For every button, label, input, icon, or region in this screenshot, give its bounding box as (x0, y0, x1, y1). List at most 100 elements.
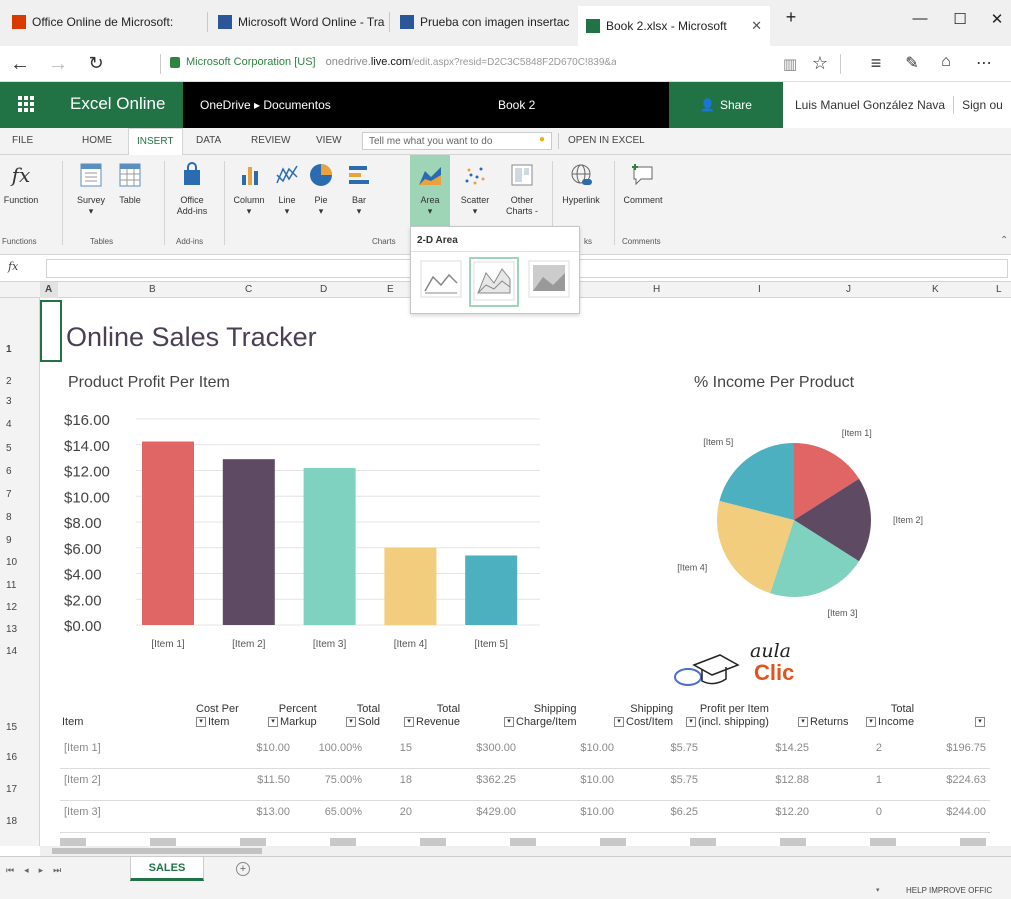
open-in-excel-button[interactable]: OPEN IN EXCEL (568, 135, 645, 146)
table-cell[interactable]: $12.88 (739, 774, 809, 786)
area-option[interactable] (417, 257, 465, 301)
table-cell[interactable]: $224.63 (916, 774, 986, 786)
table-cell[interactable]: $196.75 (916, 742, 986, 754)
column-header-k[interactable]: K (932, 284, 939, 295)
back-icon[interactable]: ← (6, 53, 34, 76)
filter-dropdown-icon[interactable]: ▾ (504, 717, 514, 728)
bar-chart-button[interactable]: Bar ▾ (342, 159, 376, 217)
tab-review[interactable]: REVIEW (251, 135, 290, 146)
minimize-icon[interactable]: — (905, 10, 935, 27)
table-cell[interactable]: $10.00 (544, 806, 614, 818)
sheet-nav-arrows[interactable]: ⏮◂▸⏭ (6, 865, 71, 876)
browser-tab-office[interactable]: Office Online de Microsoft: (4, 6, 204, 38)
filter-dropdown-icon[interactable]: ▾ (196, 717, 206, 728)
table-cell[interactable]: $429.00 (446, 806, 516, 818)
bar[interactable] (303, 467, 356, 625)
sign-out-link[interactable]: Sign ou (962, 98, 1003, 112)
scrollbar-thumb[interactable] (52, 848, 262, 854)
comment-button[interactable]: Comment (618, 159, 668, 206)
scatter-chart-button[interactable]: Scatter ▾ (454, 159, 496, 217)
column-header-d[interactable]: D (320, 284, 327, 295)
column-header-c[interactable]: C (245, 284, 252, 295)
table-cell[interactable]: [Item 3] (64, 806, 101, 818)
add-sheet-icon[interactable]: + (236, 862, 250, 876)
table-cell[interactable]: 0 (812, 806, 882, 818)
favorite-star-icon[interactable]: ☆ (806, 53, 834, 74)
table-cell[interactable]: $362.25 (446, 774, 516, 786)
table-cell[interactable]: $10.00 (544, 774, 614, 786)
table-button[interactable]: Table (114, 159, 146, 206)
browser-tab-excel-active[interactable]: Book 2.xlsx - Microsoft ✕ (578, 6, 770, 46)
pie-chart[interactable]: [Item 1] [Item 2] [Item 3] [Item 4] [Item 5] (660, 410, 930, 620)
app-launcher-icon[interactable] (18, 96, 34, 112)
bar[interactable] (384, 547, 437, 625)
survey-button[interactable]: Survey ▾ (74, 159, 108, 217)
filter-dropdown-icon[interactable]: ▾ (346, 717, 356, 728)
help-improve-link[interactable]: HELP IMPROVE OFFIC (906, 886, 992, 895)
filter-dropdown-icon[interactable]: ▾ (866, 717, 876, 728)
row-header[interactable]: 1 (0, 344, 40, 355)
column-chart-button[interactable]: Column ▾ (230, 159, 268, 217)
horizontal-scrollbar[interactable] (40, 846, 1011, 856)
row-header[interactable]: 6 (0, 466, 40, 477)
table-cell[interactable]: 15 (342, 742, 412, 754)
sheet-tab-sales[interactable]: SALES (130, 857, 204, 881)
row-header[interactable]: 4 (0, 419, 40, 430)
column-header-b[interactable]: B (149, 284, 156, 295)
column-header-i[interactable]: I (758, 284, 761, 295)
other-charts-button[interactable]: Other Charts - (500, 159, 544, 217)
collapse-ribbon-icon[interactable]: ⌃ (1000, 235, 1008, 246)
close-window-icon[interactable]: ✕ (982, 10, 1011, 28)
row-header[interactable]: 3 (0, 396, 40, 407)
table-cell[interactable]: 18 (342, 774, 412, 786)
tab-file[interactable]: FILE (12, 135, 33, 146)
refresh-icon[interactable]: ↻ (82, 53, 110, 74)
hyperlink-button[interactable]: Hyperlink (556, 159, 606, 206)
more-icon[interactable]: ⋯ (970, 53, 998, 73)
tab-home[interactable]: HOME (82, 135, 112, 146)
column-header-h[interactable]: H (653, 284, 660, 295)
browser-tab-word[interactable]: Microsoft Word Online - Tra (210, 6, 386, 38)
table-cell[interactable]: $12.20 (739, 806, 809, 818)
row-header[interactable]: 9 (0, 535, 40, 546)
row-header[interactable]: 12 (0, 602, 40, 613)
row-header[interactable]: 8 (0, 512, 40, 523)
table-cell[interactable]: [Item 1] (64, 742, 101, 754)
table-cell[interactable]: $6.25 (628, 806, 698, 818)
row-header[interactable]: 15 (0, 722, 40, 733)
filter-dropdown-icon[interactable]: ▾ (798, 717, 808, 728)
web-note-icon[interactable]: ✎ (898, 53, 926, 73)
share-button[interactable]: 👤 Share (669, 82, 783, 128)
maximize-icon[interactable]: ☐ (945, 10, 975, 28)
table-cell[interactable]: $5.75 (628, 742, 698, 754)
filter-dropdown-icon[interactable]: ▾ (975, 717, 985, 728)
column-header-e[interactable]: E (387, 284, 394, 295)
table-cell[interactable]: $10.00 (220, 742, 290, 754)
table-cell[interactable]: [Item 2] (64, 774, 101, 786)
close-tab-icon[interactable]: ✕ (751, 18, 762, 34)
row-header[interactable]: 7 (0, 489, 40, 500)
table-cell[interactable]: 2 (812, 742, 882, 754)
row-header[interactable]: 18 (0, 816, 40, 827)
browser-tab-word-2[interactable]: Prueba con imagen insertac (392, 6, 574, 38)
forward-icon[interactable]: → (44, 53, 72, 76)
status-dropdown-icon[interactable]: ▾ (876, 886, 880, 894)
office-addins-button[interactable]: Office Add-ins (172, 159, 212, 217)
bar[interactable] (142, 441, 194, 625)
table-cell[interactable]: $10.00 (544, 742, 614, 754)
row-header[interactable]: 16 (0, 752, 40, 763)
column-header-j[interactable]: J (846, 284, 851, 295)
document-title[interactable]: Book 2 (498, 98, 535, 112)
url-field[interactable]: Microsoft Corporation [US] onedrive. liv… (170, 56, 616, 68)
row-header[interactable]: 5 (0, 443, 40, 454)
bar-chart-title[interactable]: Product Profit Per Item (68, 374, 230, 392)
row-header[interactable]: 17 (0, 784, 40, 795)
line-chart-button[interactable]: Line ▾ (272, 159, 302, 217)
tab-data[interactable]: DATA (196, 135, 221, 146)
hub-icon[interactable]: ≡ (862, 53, 890, 74)
tell-me-input[interactable]: Tell me what you want to do ● (362, 132, 552, 150)
tab-view[interactable]: VIEW (316, 135, 342, 146)
row-header[interactable]: 2 (0, 376, 40, 387)
share-page-icon[interactable]: ⌂ (932, 53, 960, 71)
tab-insert[interactable]: INSERT (128, 128, 183, 156)
